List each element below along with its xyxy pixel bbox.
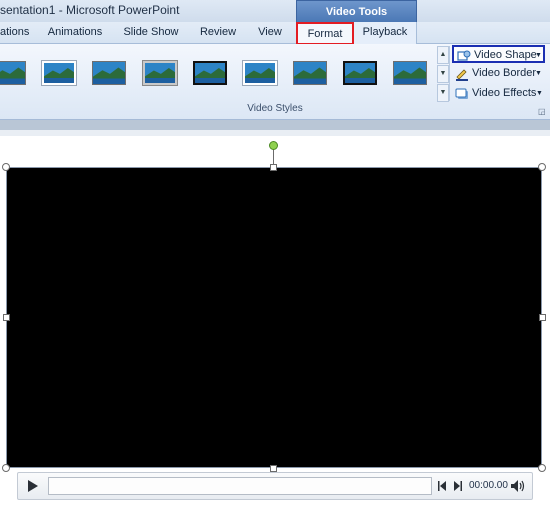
rotation-handle[interactable] <box>269 141 278 150</box>
dialog-launcher-icon[interactable]: ◲ <box>538 108 546 116</box>
gallery-scroll-up-button[interactable]: ▲ <box>437 46 449 64</box>
video-shape-label: Video Shape <box>474 49 537 61</box>
video-shape-icon <box>457 49 471 63</box>
video-shape-button[interactable]: Video Shape ▼ <box>452 45 545 63</box>
tab-review[interactable]: Review <box>196 22 240 43</box>
tab-animations[interactable]: Animations <box>44 22 106 43</box>
ruler-band <box>0 120 550 130</box>
ribbon: ▲ ▼ ▼ Video Shape ▼ Video Border ▼ Video… <box>0 44 550 120</box>
video-style-thumbnail[interactable] <box>193 61 227 85</box>
ribbon-tabs: ations Animations Slide Show Review View… <box>0 22 550 45</box>
video-effects-icon <box>455 87 469 101</box>
resize-handle-top-left[interactable] <box>2 163 10 171</box>
resize-handle-bottom-right[interactable] <box>538 464 546 472</box>
gallery-scroll-down-button[interactable]: ▼ <box>437 65 449 83</box>
play-icon[interactable] <box>22 477 42 495</box>
video-style-thumbnail[interactable] <box>242 60 278 86</box>
tab-format[interactable]: Format <box>296 22 354 45</box>
video-styles-gallery <box>0 51 436 99</box>
video-style-thumbnail[interactable] <box>343 61 377 85</box>
title-bar: sentation1 - Microsoft PowerPoint Video … <box>0 0 550 22</box>
media-player-controls: 00:00.00 <box>17 472 533 500</box>
skip-forward-icon[interactable] <box>452 480 462 492</box>
tab-transitions[interactable]: ations <box>0 22 30 43</box>
video-border-button[interactable]: Video Border ▼ <box>452 65 545 83</box>
tab-view[interactable]: View <box>252 22 288 43</box>
rotation-connector <box>273 149 274 165</box>
contextual-tab-group: Video Tools <box>296 0 417 22</box>
ribbon-separator <box>449 46 450 101</box>
gallery-more-button[interactable]: ▼ <box>437 84 449 102</box>
chevron-down-icon: ▼ <box>535 52 542 59</box>
video-style-thumbnail[interactable] <box>41 60 77 86</box>
powerpoint-window: sentation1 - Microsoft PowerPoint Video … <box>0 0 550 505</box>
video-border-icon <box>455 67 469 81</box>
tab-playback[interactable]: Playback <box>358 22 412 43</box>
tab-slide-show[interactable]: Slide Show <box>118 22 184 43</box>
chevron-down-icon: ▼ <box>535 70 542 77</box>
window-title: sentation1 - Microsoft PowerPoint <box>0 3 180 17</box>
resize-handle-top-right[interactable] <box>538 163 546 171</box>
resize-handle-bottom-left[interactable] <box>2 464 10 472</box>
resize-handle-top[interactable] <box>270 164 277 171</box>
resize-handle-left[interactable] <box>3 314 10 321</box>
video-border-label: Video Border <box>472 67 537 79</box>
video-style-thumbnail[interactable] <box>0 61 26 85</box>
resize-handle-right[interactable] <box>539 314 546 321</box>
video-effects-button[interactable]: Video Effects ▼ <box>452 85 545 103</box>
playback-time: 00:00.00 <box>469 480 508 491</box>
video-style-thumbnail[interactable] <box>393 61 427 85</box>
seek-bar[interactable] <box>48 477 432 495</box>
video-style-thumbnail[interactable] <box>293 61 327 85</box>
volume-icon[interactable] <box>510 478 526 494</box>
video-style-thumbnail[interactable] <box>92 61 126 85</box>
video-placeholder[interactable] <box>6 167 542 468</box>
gallery-scroll: ▲ ▼ ▼ <box>437 46 449 102</box>
skip-back-icon[interactable] <box>438 480 448 492</box>
video-effects-label: Video Effects <box>472 87 537 99</box>
group-label-video-styles: Video Styles <box>247 103 303 114</box>
resize-handle-bottom[interactable] <box>270 465 277 472</box>
chevron-down-icon: ▼ <box>536 90 543 97</box>
video-style-thumbnail[interactable] <box>142 60 178 86</box>
contextual-tab-group-label: Video Tools <box>325 6 388 18</box>
